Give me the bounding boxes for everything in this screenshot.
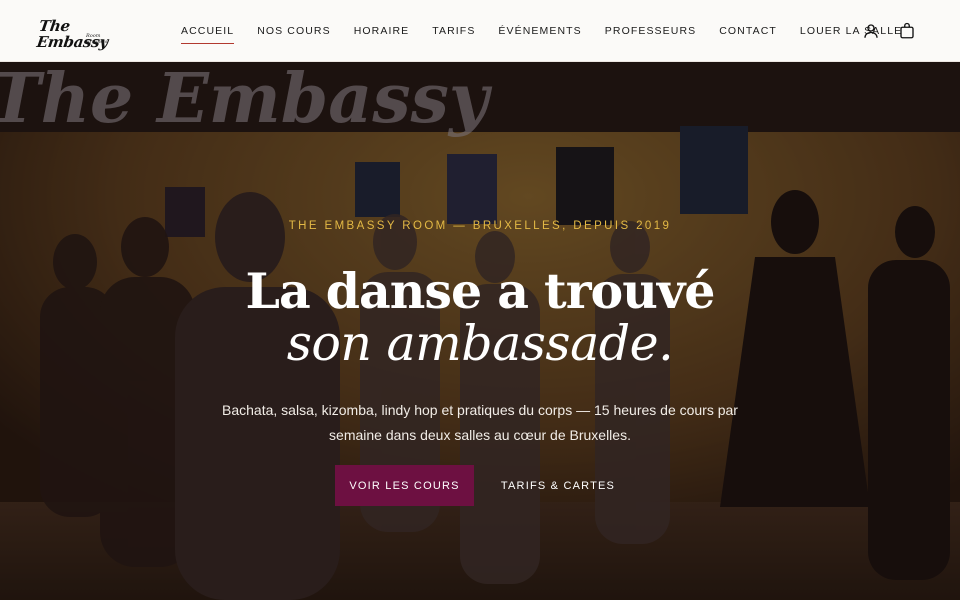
nav-item-nos-cours[interactable]: NOS COURS (257, 25, 331, 37)
hero-description: Bachata, salsa, kizomba, lindy hop et pr… (222, 402, 738, 443)
main-nav: ACCUEIL NOS COURS HORAIRE TARIFS ÉVÉNEME… (181, 0, 925, 62)
nav-item-evenements[interactable]: ÉVÉNEMENTS (498, 25, 581, 37)
hero-section: The Embassy THE EMBASSY ROOM — BRUXELLES… (0, 62, 960, 600)
nav-item-tarifs[interactable]: TARIFS (432, 25, 475, 37)
account-icon[interactable] (862, 22, 880, 40)
nav-item-accueil[interactable]: ACCUEIL (181, 25, 235, 44)
tarifs-cartes-button[interactable]: TARIFS & CARTES (490, 465, 626, 506)
header-actions (862, 22, 916, 40)
site-header: The Embassy Room Brussels ACCUEIL NOS CO… (0, 0, 960, 62)
voir-les-cours-button[interactable]: VOIR LES COURS (335, 465, 474, 506)
logo[interactable]: The Embassy Room Brussels (36, 17, 122, 51)
cart-icon[interactable] (898, 22, 916, 40)
hero-title-line2: son ambassade. (286, 315, 674, 372)
nav-item-contact[interactable]: CONTACT (719, 25, 777, 37)
hero-eyebrow: THE EMBASSY ROOM — BRUXELLES, DEPUIS 201… (288, 220, 672, 232)
hero-title-line1: La danse a trouvé (245, 262, 716, 320)
logo-subtext: Room Brussels (86, 33, 108, 45)
nav-item-horaire[interactable]: HORAIRE (354, 25, 410, 37)
nav-item-professeurs[interactable]: PROFESSEURS (605, 25, 696, 37)
